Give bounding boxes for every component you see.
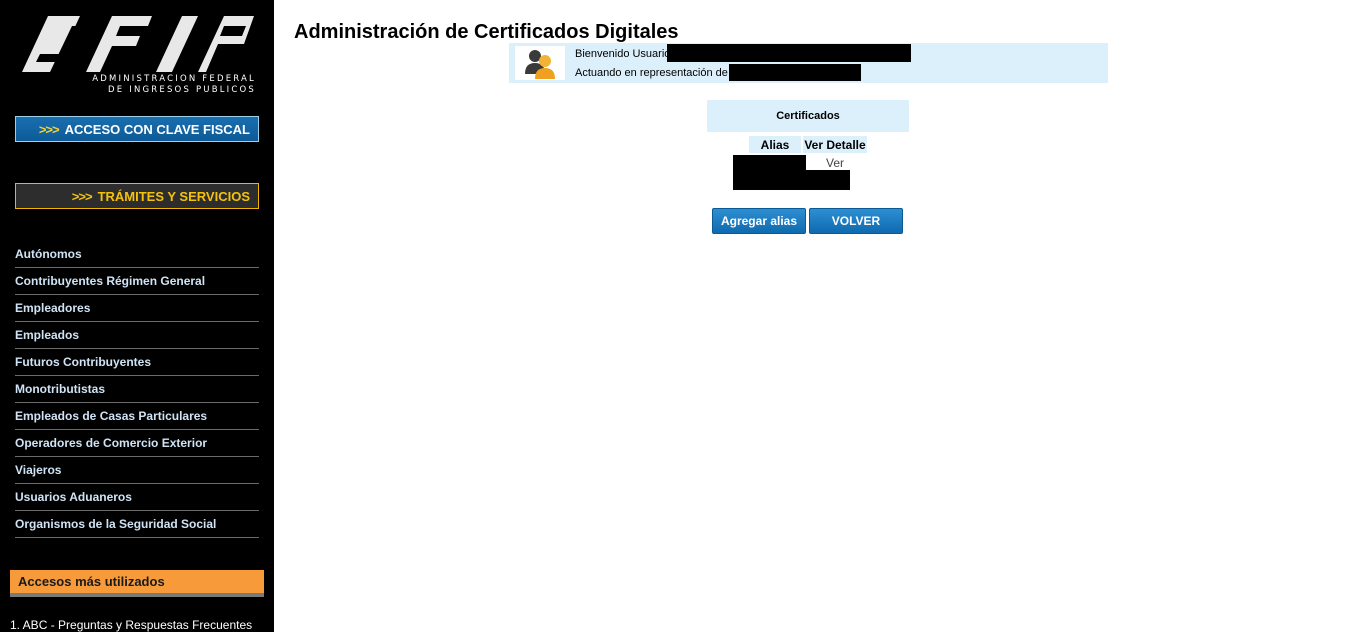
sidebar-item-empleadores: Empleadores [15, 295, 259, 322]
page-title: Administración de Certificados Digitales [294, 21, 679, 43]
sidebar-item-autonomos: Autónomos [15, 241, 259, 268]
column-header-detalle: Ver Detalle [803, 136, 867, 153]
tramites-servicios-label: TRÁMITES Y SERVICIOS [97, 188, 250, 204]
afip-logo[interactable]: ADMINISTRACION FEDERAL DE INGRESOS PUBLI… [20, 14, 256, 98]
certificates-title: Certificados [707, 100, 909, 132]
accesos-header: Accesos más utilizados [10, 570, 264, 597]
redacted-alias-cell-2 [733, 170, 850, 190]
sidebar-item-regimen-general: Contribuyentes Régimen General [15, 268, 259, 295]
sidebar-link[interactable]: Empleadores [15, 301, 90, 315]
sidebar-item-comercio-exterior: Operadores de Comercio Exterior [15, 430, 259, 457]
users-icon [515, 46, 565, 80]
sidebar-item-seguridad-social: Organismos de la Seguridad Social [15, 511, 259, 538]
sidebar-link[interactable]: Usuarios Aduaneros [15, 490, 132, 504]
triple-chevron-icon: >>> [71, 188, 93, 204]
sidebar-link[interactable]: Futuros Contribuyentes [15, 355, 151, 369]
sidebar: ADMINISTRACION FEDERAL DE INGRESOS PUBLI… [0, 0, 274, 632]
sidebar-item-empleados: Empleados [15, 322, 259, 349]
redacted-username [667, 44, 911, 62]
add-alias-button[interactable]: Agregar alias [712, 208, 806, 234]
sidebar-item-casas-particulares: Empleados de Casas Particulares [15, 403, 259, 430]
user-info-bar: Bienvenido Usuario Actuando en represent… [509, 43, 1108, 83]
triple-chevron-icon: >>> [38, 121, 60, 137]
redacted-representation [729, 64, 861, 81]
logo-subtitle-line1: ADMINISTRACION FEDERAL [92, 74, 256, 84]
sidebar-link[interactable]: Monotributistas [15, 382, 105, 396]
sidebar-link[interactable]: Contribuyentes Régimen General [15, 274, 205, 288]
logo-subtitle-line2: DE INGRESOS PUBLICOS [108, 85, 256, 95]
sidebar-item-usuarios-aduaneros: Usuarios Aduaneros [15, 484, 259, 511]
sidebar-link[interactable]: Viajeros [15, 463, 61, 477]
sidebar-item-futuros-contribuyentes: Futuros Contribuyentes [15, 349, 259, 376]
sidebar-link[interactable]: Empleados de Casas Particulares [15, 409, 207, 423]
welcome-text: Bienvenido Usuario [575, 48, 671, 60]
sidebar-nav: Autónomos Contribuyentes Régimen General… [15, 241, 259, 538]
back-button[interactable]: VOLVER [809, 208, 903, 234]
tramites-servicios-button[interactable]: >>> TRÁMITES Y SERVICIOS [15, 183, 259, 209]
sidebar-item-monotributistas: Monotributistas [15, 376, 259, 403]
faq-link[interactable]: 1. ABC - Preguntas y Respuestas Frecuent… [10, 618, 252, 632]
afip-logo-mark [22, 16, 254, 72]
acting-text: Actuando en representación de [575, 67, 728, 79]
ver-detalle-link[interactable]: Ver [826, 156, 844, 170]
clave-fiscal-label: ACCESO CON CLAVE FISCAL [64, 121, 250, 137]
sidebar-link[interactable]: Autónomos [15, 247, 82, 261]
column-header-alias: Alias [749, 136, 801, 153]
sidebar-link[interactable]: Operadores de Comercio Exterior [15, 436, 207, 450]
clave-fiscal-button[interactable]: >>> ACCESO CON CLAVE FISCAL [15, 116, 259, 142]
sidebar-link[interactable]: Empleados [15, 328, 79, 342]
sidebar-item-viajeros: Viajeros [15, 457, 259, 484]
sidebar-link[interactable]: Organismos de la Seguridad Social [15, 517, 216, 531]
